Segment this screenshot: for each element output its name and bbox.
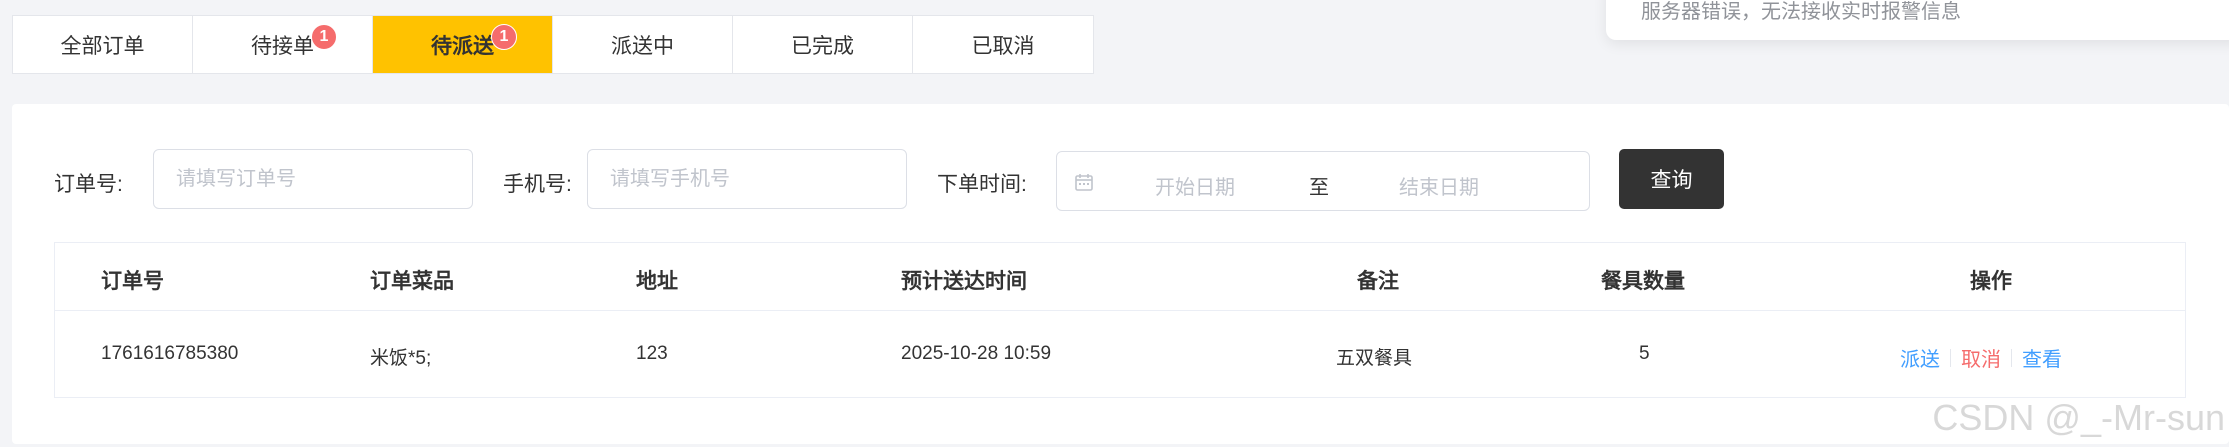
- tab-delivering[interactable]: 派送中: [553, 16, 733, 73]
- count-badge: 1: [311, 24, 337, 50]
- dispatch-link[interactable]: 派送: [1900, 343, 1940, 372]
- cell-dishes: 米饭*5;: [370, 348, 432, 369]
- count-badge: 1: [491, 24, 517, 50]
- cell-order-no: 1761616785380: [101, 343, 239, 364]
- tab-cancelled[interactable]: 已取消: [913, 16, 1093, 73]
- cell-address: 123: [636, 343, 668, 364]
- query-button[interactable]: 查询: [1619, 149, 1724, 209]
- cell-eta: 2025-10-28 10:59: [901, 343, 1052, 364]
- order-no-input[interactable]: [153, 149, 473, 209]
- order-status-tabs: 全部订单 待接单 1 待派送 1 派送中 已完成 已取消: [12, 15, 1094, 74]
- action-divider: [2011, 348, 2012, 367]
- row-actions: 派送 取消 查看: [1900, 343, 2062, 372]
- tab-pending-accept[interactable]: 待接单 1: [193, 16, 373, 73]
- table-row: 1761616785380 米饭*5; 123 2025-10-28 10:59…: [55, 311, 2185, 399]
- watermark: CSDN @_-Mr-sun: [1932, 397, 2225, 438]
- column-header: 订单菜品: [370, 270, 454, 293]
- tab-label: 已取消: [971, 34, 1035, 58]
- column-header: 操作: [1970, 270, 2012, 293]
- column-header: 地址: [636, 270, 678, 293]
- cell-tableware: 5: [1639, 343, 1650, 364]
- tab-label: 已完成: [791, 34, 854, 58]
- page: 服务器错误，无法接收实时报警信息 全部订单 待接单 1 待派送 1 派送中 已完…: [0, 0, 2229, 447]
- end-date-input[interactable]: 结束日期: [1399, 171, 1479, 200]
- error-toast: 服务器错误，无法接收实时报警信息: [1606, 0, 2229, 40]
- phone-input[interactable]: [587, 149, 907, 209]
- tab-label: 待派送: [431, 34, 494, 58]
- column-header: 餐具数量: [1601, 270, 1685, 293]
- column-header: 备注: [1357, 270, 1399, 293]
- cell-remark: 五双餐具: [1336, 348, 1413, 369]
- column-header: 预计送达时间: [901, 270, 1027, 293]
- toast-message: 服务器错误，无法接收实时报警信息: [1641, 1, 1961, 23]
- column-header: 订单号: [101, 270, 164, 293]
- cancel-link[interactable]: 取消: [1961, 343, 2001, 372]
- start-date-input[interactable]: 开始日期: [1155, 171, 1235, 200]
- order-no-label: 订单号:: [54, 173, 123, 196]
- calendar-icon: [1075, 174, 1093, 191]
- tab-completed[interactable]: 已完成: [733, 16, 913, 73]
- date-range-picker[interactable]: 开始日期 至 结束日期: [1056, 151, 1590, 211]
- phone-label: 手机号:: [503, 173, 572, 196]
- orders-table: 订单号 订单菜品 地址 预计送达时间 备注 餐具数量 操作 1761616785…: [54, 242, 2186, 398]
- action-divider: [1950, 348, 1951, 367]
- tab-label: 派送中: [611, 34, 674, 58]
- tab-all-orders[interactable]: 全部订单: [13, 16, 193, 73]
- tab-label: 全部订单: [60, 34, 145, 58]
- table-header: 订单号 订单菜品 地址 预计送达时间 备注 餐具数量 操作: [55, 243, 2185, 311]
- date-separator: 至: [1309, 177, 1329, 199]
- view-link[interactable]: 查看: [2022, 343, 2062, 372]
- tab-pending-delivery[interactable]: 待派送 1: [373, 16, 553, 73]
- order-time-label: 下单时间:: [937, 173, 1027, 196]
- tab-label: 待接单: [251, 34, 314, 58]
